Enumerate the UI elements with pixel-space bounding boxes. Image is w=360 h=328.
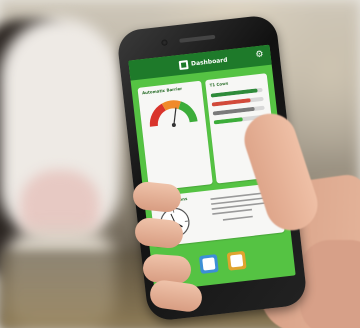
card-title: Automatic Barrier (141, 85, 183, 96)
header-title-text: Dashboard (190, 56, 228, 68)
dashboard-logo-icon (178, 59, 189, 70)
bar-row (210, 87, 265, 98)
card-title: T1 Cows (209, 80, 229, 88)
photo-scene: Dashboard ⚙ Automatic Barrier T1 Cows (0, 0, 360, 328)
phone-speaker (179, 34, 216, 43)
gauge-needle (173, 107, 177, 126)
hand-wrist (300, 240, 360, 328)
bar-row (211, 96, 266, 107)
app-shortcut-orange[interactable] (226, 250, 247, 271)
gauge-orange-segment (161, 100, 181, 111)
app-shortcut-blue[interactable] (198, 254, 219, 274)
gear-icon[interactable]: ⚙ (254, 49, 265, 60)
speed-gauge (149, 100, 198, 128)
gauge-green-segment (178, 101, 198, 123)
bar-fill-2 (211, 98, 251, 107)
front-camera (161, 39, 168, 46)
bar-fill-1 (210, 88, 258, 98)
gauge-hub (171, 123, 176, 128)
bar-row (212, 105, 267, 116)
bar-fill-3 (212, 106, 255, 116)
gauge-red-segment (149, 103, 167, 127)
header-title: Dashboard (178, 54, 228, 71)
bar-fill-4 (213, 117, 243, 125)
automatic-barrier-card[interactable]: Automatic Barrier (137, 80, 213, 192)
